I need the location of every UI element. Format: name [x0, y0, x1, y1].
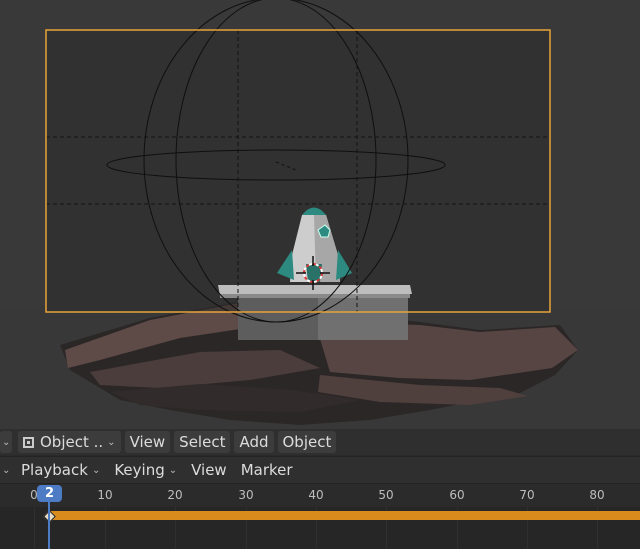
timeline-menu-view[interactable]: View: [186, 459, 232, 481]
viewport-header: ⌄ Object .. ⌄ View Select Add Object: [0, 429, 640, 455]
playhead[interactable]: [48, 501, 50, 549]
viewport-scene: [0, 0, 640, 430]
timeline-track-area[interactable]: [0, 507, 640, 549]
tick-50: 50: [378, 488, 394, 502]
chevron-down-icon: ⌄: [91, 464, 101, 476]
editor-type-dropdown[interactable]: ⌄: [0, 431, 12, 453]
menu-select[interactable]: Select: [174, 431, 231, 453]
menu-object[interactable]: Object: [277, 431, 337, 453]
timeline-editor-dropdown[interactable]: ⌄: [0, 459, 12, 481]
chevron-down-icon: ⌄: [107, 436, 116, 448]
tick-20: 20: [167, 488, 183, 502]
3d-viewport[interactable]: [0, 0, 640, 430]
playback-menu[interactable]: Playback ⌄: [16, 459, 105, 481]
playback-label: Playback: [21, 461, 88, 479]
tick-60: 60: [449, 488, 465, 502]
keying-label: Keying: [114, 461, 165, 479]
mode-label: Object ..: [40, 433, 104, 451]
menu-view[interactable]: View: [124, 431, 171, 453]
timeline-header: ⌄ Playback ⌄ Keying ⌄ View Marker: [0, 456, 640, 483]
menu-add[interactable]: Add: [234, 431, 274, 453]
frame-ruler[interactable]: 0 10 20 30 40 50 60 70 80: [0, 483, 640, 507]
tick-80: 80: [589, 488, 605, 502]
chevron-down-icon: ⌄: [2, 436, 11, 448]
tick-10: 10: [97, 488, 113, 502]
timeline-menu-marker[interactable]: Marker: [236, 459, 298, 481]
keying-menu[interactable]: Keying ⌄: [109, 459, 182, 481]
chevron-down-icon: ⌄: [2, 464, 11, 476]
keyframe-summary-bar: [48, 511, 640, 520]
mode-dropdown[interactable]: Object .. ⌄: [18, 431, 121, 453]
object-mode-icon: [23, 436, 34, 448]
tick-70: 70: [519, 488, 535, 502]
tick-40: 40: [308, 488, 324, 502]
chevron-down-icon: ⌄: [168, 464, 178, 476]
current-frame-badge[interactable]: 2: [37, 485, 62, 502]
tick-30: 30: [238, 488, 254, 502]
